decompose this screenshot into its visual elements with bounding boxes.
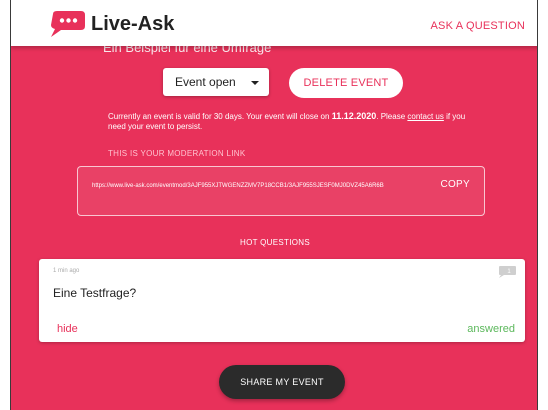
hide-button[interactable]: hide [57, 323, 78, 335]
top-app-bar: Live-Ask ASK A QUESTION [11, 0, 537, 46]
event-state-select[interactable]: Event open [163, 68, 269, 96]
caret-down-icon [251, 81, 259, 85]
close-date: 11.12.2020 [331, 111, 377, 121]
question-text: Eine Testfrage? [53, 286, 137, 300]
moderation-url[interactable]: https://www.live-ask.com/eventmod/3AJF95… [92, 181, 412, 192]
question-card: 1 min ago 1 Eine Testfrage? hide answere… [39, 259, 525, 342]
share-event-button[interactable]: SHARE MY EVENT [219, 365, 345, 399]
answered-button[interactable]: answered [467, 323, 515, 335]
speech-bubble-logo-icon[interactable] [47, 10, 87, 38]
app-frame: Ein Beispiel für eine Umfrage Live-Ask A… [10, 0, 538, 410]
question-time: 1 min ago [53, 268, 80, 274]
ask-question-link[interactable]: ASK A QUESTION [431, 20, 526, 32]
brand-name[interactable]: Live-Ask [91, 13, 174, 36]
moderation-link-box: https://www.live-ask.com/eventmod/3AJF95… [77, 166, 485, 216]
copy-button[interactable]: COPY [440, 179, 470, 190]
contact-us-link[interactable]: contact us [407, 112, 443, 121]
info-text-before: Currently an event is valid for 30 days.… [108, 112, 332, 121]
event-state-value: Event open [175, 75, 236, 89]
hot-questions-heading: HOT QUESTIONS [240, 238, 310, 247]
event-validity-info: Currently an event is valid for 30 days.… [108, 111, 468, 132]
delete-event-button[interactable]: DELETE EVENT [289, 68, 403, 98]
chat-bubble-icon[interactable]: 1 [497, 265, 517, 279]
moderation-link-label: THIS IS YOUR MODERATION LINK [108, 149, 246, 158]
info-text-mid: . Please [376, 112, 408, 121]
